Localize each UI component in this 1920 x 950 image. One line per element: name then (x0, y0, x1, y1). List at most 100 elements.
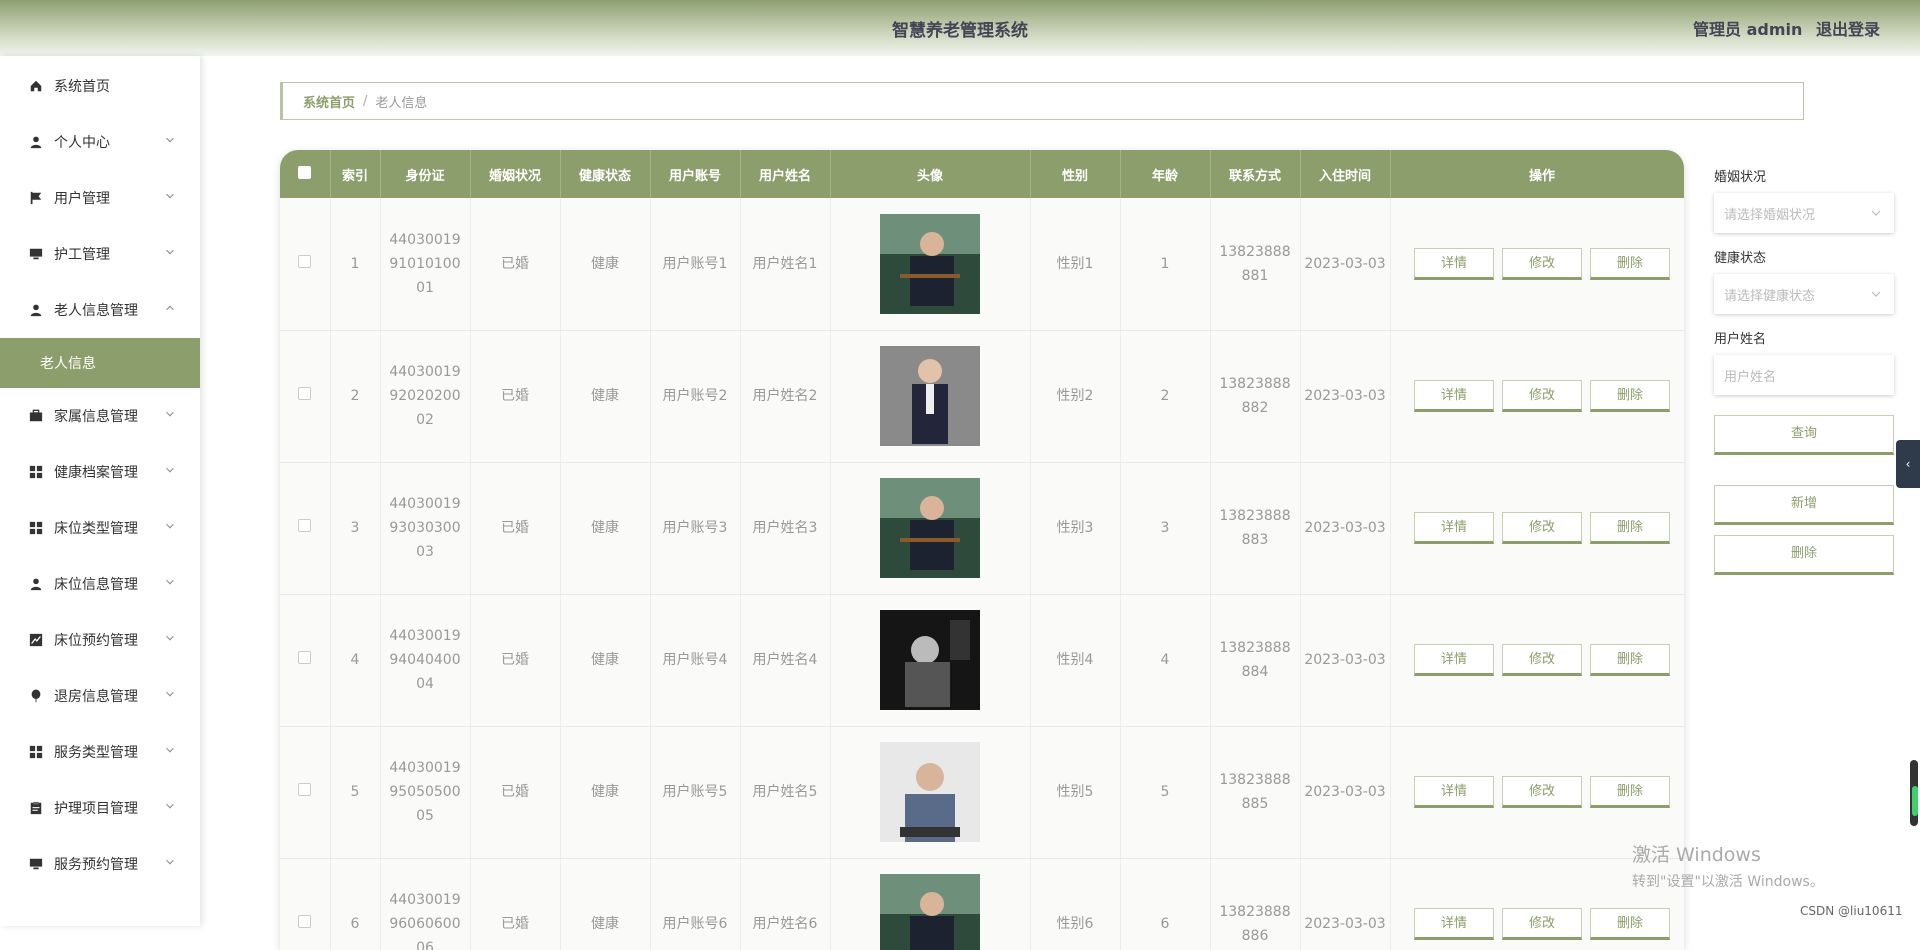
cell-phone: 13823888884 (1210, 594, 1301, 727)
detail-button[interactable]: 详情 (1414, 908, 1494, 940)
delete-button[interactable]: 删除 (1590, 644, 1670, 676)
detail-button[interactable]: 详情 (1414, 380, 1494, 412)
row-checkbox[interactable] (298, 519, 312, 532)
cell-checkin-date: 2023-03-03 (1300, 858, 1391, 950)
cell-checkin-date: 2023-03-03 (1300, 198, 1391, 331)
sidebar-item[interactable]: 老人信息管理 (0, 282, 200, 338)
cell-phone: 13823888882 (1210, 330, 1301, 463)
column-header: 索引 (330, 150, 381, 198)
detail-button[interactable]: 详情 (1414, 247, 1494, 280)
cell-phone: 13823888881 (1210, 198, 1301, 331)
cell-gender: 性别4 (1030, 594, 1121, 727)
edit-button[interactable]: 修改 (1502, 908, 1582, 940)
name-filter-label: 用户姓名 (1714, 332, 1767, 347)
delete-button[interactable]: 删除 (1590, 512, 1670, 544)
row-select-cell (280, 330, 331, 463)
cell-health: 健康 (560, 198, 651, 331)
cell-age: 4 (1120, 594, 1211, 727)
select-all-checkbox[interactable] (298, 165, 312, 179)
edit-button[interactable]: 修改 (1502, 776, 1582, 808)
balloon-icon (28, 688, 44, 704)
cell-checkin-date: 2023-03-03 (1300, 330, 1391, 463)
row-checkbox[interactable] (298, 254, 312, 268)
cell-checkin-date: 2023-03-03 (1300, 726, 1391, 859)
cell-index: 4 (330, 594, 381, 727)
cell-avatar (830, 198, 1031, 331)
sidebar-item-label: 个人中心 (54, 135, 110, 151)
sidebar-item[interactable]: 退房信息管理 (0, 668, 200, 724)
cell-health: 健康 (560, 330, 651, 463)
breadcrumb-home[interactable]: 系统首页 (303, 92, 355, 111)
logout-link[interactable]: 退出登录 (1816, 20, 1880, 39)
cell-gender: 性别2 (1030, 330, 1121, 463)
sidebar-item-label: 护工管理 (54, 247, 110, 263)
grid-icon (28, 464, 44, 480)
cell-avatar (830, 462, 1031, 595)
cell-age: 5 (1120, 726, 1211, 859)
row-checkbox[interactable] (298, 783, 312, 796)
chevron-down-icon (164, 856, 178, 870)
health-select[interactable]: 请选择健康状态 (1714, 274, 1894, 314)
sidebar-item[interactable]: 用户管理 (0, 170, 200, 226)
sidebar-item-label: 老人信息 (40, 356, 96, 372)
user-icon (28, 302, 44, 318)
cell-age: 2 (1120, 330, 1211, 463)
marriage-select[interactable]: 请选择婚姻状况 (1714, 193, 1894, 233)
table-row: 4 440300199404040004 已婚 健康 用户账号4 用户姓名4 性别4 4 138… (280, 594, 1684, 727)
collapse-panel-handle[interactable]: ‹ (1896, 440, 1920, 488)
monitor-icon (28, 856, 44, 872)
sidebar-item[interactable]: 服务类型管理 (0, 724, 200, 780)
sidebar-item[interactable]: 老人信息 (0, 338, 200, 388)
sidebar-item-label: 床位信息管理 (54, 577, 138, 593)
marriage-select-placeholder: 请选择婚姻状况 (1724, 207, 1816, 223)
main-content: 系统首页 / 老人信息 索引 身份证 婚姻状况 健康状态 用户账号 用户姓名 头… (200, 56, 1920, 950)
cell-index: 2 (330, 330, 381, 463)
cell-actions: 详情 修改 删除 (1390, 330, 1684, 463)
delete-button[interactable]: 删除 (1590, 247, 1670, 280)
detail-button[interactable]: 详情 (1414, 776, 1494, 808)
delete-button[interactable]: 删除 (1590, 776, 1670, 808)
edit-button[interactable]: 修改 (1502, 247, 1582, 280)
csdn-credit: CSDN @liu10611 (1800, 904, 1903, 918)
column-header: 婚姻状况 (470, 150, 561, 198)
sidebar-item-label: 服务类型管理 (54, 745, 138, 761)
sidebar-item-label: 系统首页 (54, 79, 110, 95)
detail-button[interactable]: 详情 (1414, 644, 1494, 676)
row-checkbox[interactable] (298, 915, 312, 928)
cell-id-number: 440300199404040004 (380, 594, 471, 727)
detail-button[interactable]: 详情 (1414, 512, 1494, 544)
sidebar-item[interactable]: 护工管理 (0, 226, 200, 282)
delete-button[interactable]: 删除 (1590, 908, 1670, 940)
chevron-down-icon (164, 246, 178, 260)
cell-gender: 性别3 (1030, 462, 1121, 595)
cell-health: 健康 (560, 858, 651, 950)
add-button[interactable]: 新增 (1714, 485, 1894, 525)
cell-index: 5 (330, 726, 381, 859)
edit-button[interactable]: 修改 (1502, 380, 1582, 412)
sidebar-item[interactable]: 床位类型管理 (0, 500, 200, 556)
column-header: 身份证 (380, 150, 471, 198)
sidebar-item[interactable]: 服务预约管理 (0, 836, 200, 892)
row-checkbox[interactable] (298, 651, 312, 664)
sidebar-item[interactable]: 系统首页 (0, 58, 200, 114)
user-icon (28, 576, 44, 592)
edit-button[interactable]: 修改 (1502, 512, 1582, 544)
sidebar-item[interactable]: 家属信息管理 (0, 388, 200, 444)
sidebar-item[interactable]: 床位信息管理 (0, 556, 200, 612)
sidebar-item[interactable]: 床位预约管理 (0, 612, 200, 668)
query-button[interactable]: 查询 (1714, 415, 1894, 455)
sidebar-item-label: 护理项目管理 (54, 801, 138, 817)
delete-button[interactable]: 删除 (1590, 380, 1670, 412)
sidebar-item[interactable]: 护理项目管理 (0, 780, 200, 836)
sidebar-item[interactable]: 个人中心 (0, 114, 200, 170)
cell-gender: 性别6 (1030, 858, 1121, 950)
chevron-down-icon (164, 800, 178, 814)
cell-health: 健康 (560, 726, 651, 859)
sidebar-item[interactable]: 健康档案管理 (0, 444, 200, 500)
cell-actions: 详情 修改 删除 (1390, 726, 1684, 859)
watermark-line1: 激活 Windows (1632, 844, 1761, 866)
name-input[interactable]: 用户姓名 (1714, 355, 1894, 395)
edit-button[interactable]: 修改 (1502, 644, 1582, 676)
row-checkbox[interactable] (298, 387, 312, 400)
batch-delete-button[interactable]: 删除 (1714, 535, 1894, 575)
